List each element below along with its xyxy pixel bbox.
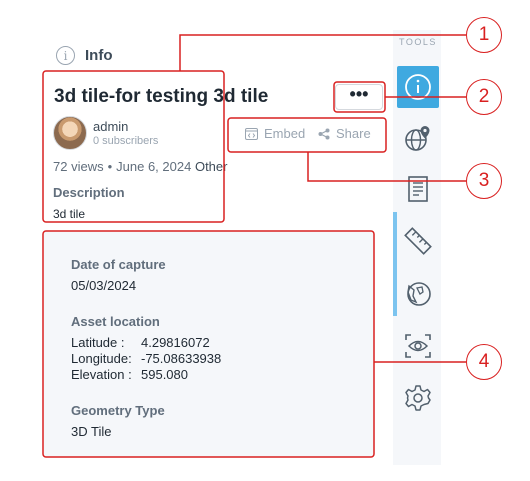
- annotation-callout-1: 1: [466, 17, 502, 53]
- annotation-callout-4: 4: [466, 344, 502, 380]
- annotation-overlay: [42, 34, 466, 458]
- annotation-callout-2: 2: [466, 79, 502, 115]
- annotation-box-3: [227, 117, 387, 153]
- annotation-box-4: [42, 230, 375, 458]
- annotation-leader-3: [307, 152, 466, 182]
- annotation-box-2: [333, 81, 386, 113]
- annotation-box-1: [42, 70, 225, 223]
- annotation-callout-3: 3: [466, 163, 502, 199]
- annotation-leader-1: [179, 34, 466, 71]
